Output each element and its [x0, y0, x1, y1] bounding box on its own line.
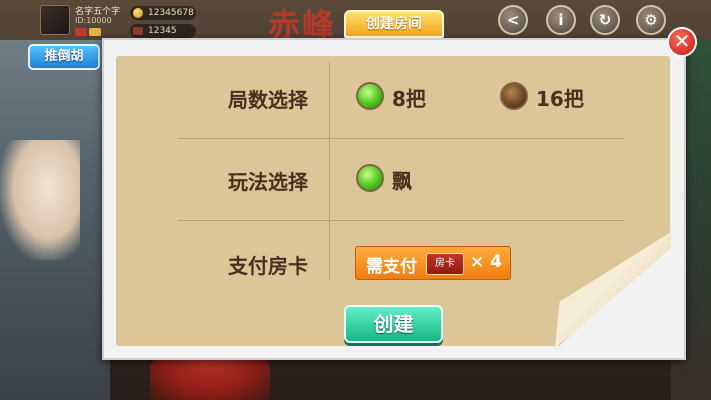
rounds-8-label[interactable]: 8把 — [392, 83, 426, 112]
rounds-label: 局数选择 — [228, 88, 308, 112]
card-value: 12345 — [148, 26, 177, 36]
close-button[interactable]: ✕ — [667, 27, 697, 57]
background-figure-left — [0, 140, 80, 260]
info-icon[interactable]: i — [546, 5, 576, 35]
player-id: ID:10000 — [75, 16, 112, 25]
play-piao-radio[interactable] — [356, 164, 384, 192]
payment-badge: 需支付 房卡 × 4 — [355, 246, 511, 280]
play-label: 玩法选择 — [228, 170, 308, 194]
create-button[interactable]: 创建 — [344, 305, 443, 343]
refresh-icon[interactable]: ↻ — [590, 5, 620, 35]
share-icon[interactable]: < — [498, 5, 528, 35]
rounds-16-label[interactable]: 16把 — [536, 83, 584, 112]
play-piao-label[interactable]: 飘 — [392, 165, 412, 194]
card-balance: 12345 — [130, 24, 196, 38]
rounds-8-radio[interactable] — [356, 82, 384, 110]
row-divider — [178, 220, 624, 221]
rounds-16-radio[interactable] — [500, 82, 528, 110]
dialog-title: 创建房间 — [344, 10, 444, 38]
payment-label: 支付房卡 — [228, 254, 308, 278]
payment-prefix: 需支付 — [366, 257, 417, 277]
room-card-chip: 房卡 — [426, 253, 464, 275]
row-divider — [178, 138, 624, 139]
room-card-icon — [133, 27, 143, 35]
column-divider — [329, 62, 330, 280]
coin-value: 12345678 — [148, 8, 194, 18]
settings-icon[interactable]: ⚙ — [636, 5, 666, 35]
payment-count: × 4 — [470, 252, 502, 272]
avatar[interactable] — [40, 5, 70, 35]
badge-icon — [89, 28, 101, 36]
coin-icon — [133, 8, 143, 18]
coin-balance: 12345678 — [130, 6, 196, 20]
mode-tab-tuidaohu[interactable]: 推倒胡 — [28, 44, 100, 70]
badge-icon — [75, 28, 87, 36]
player-badges — [75, 28, 101, 36]
